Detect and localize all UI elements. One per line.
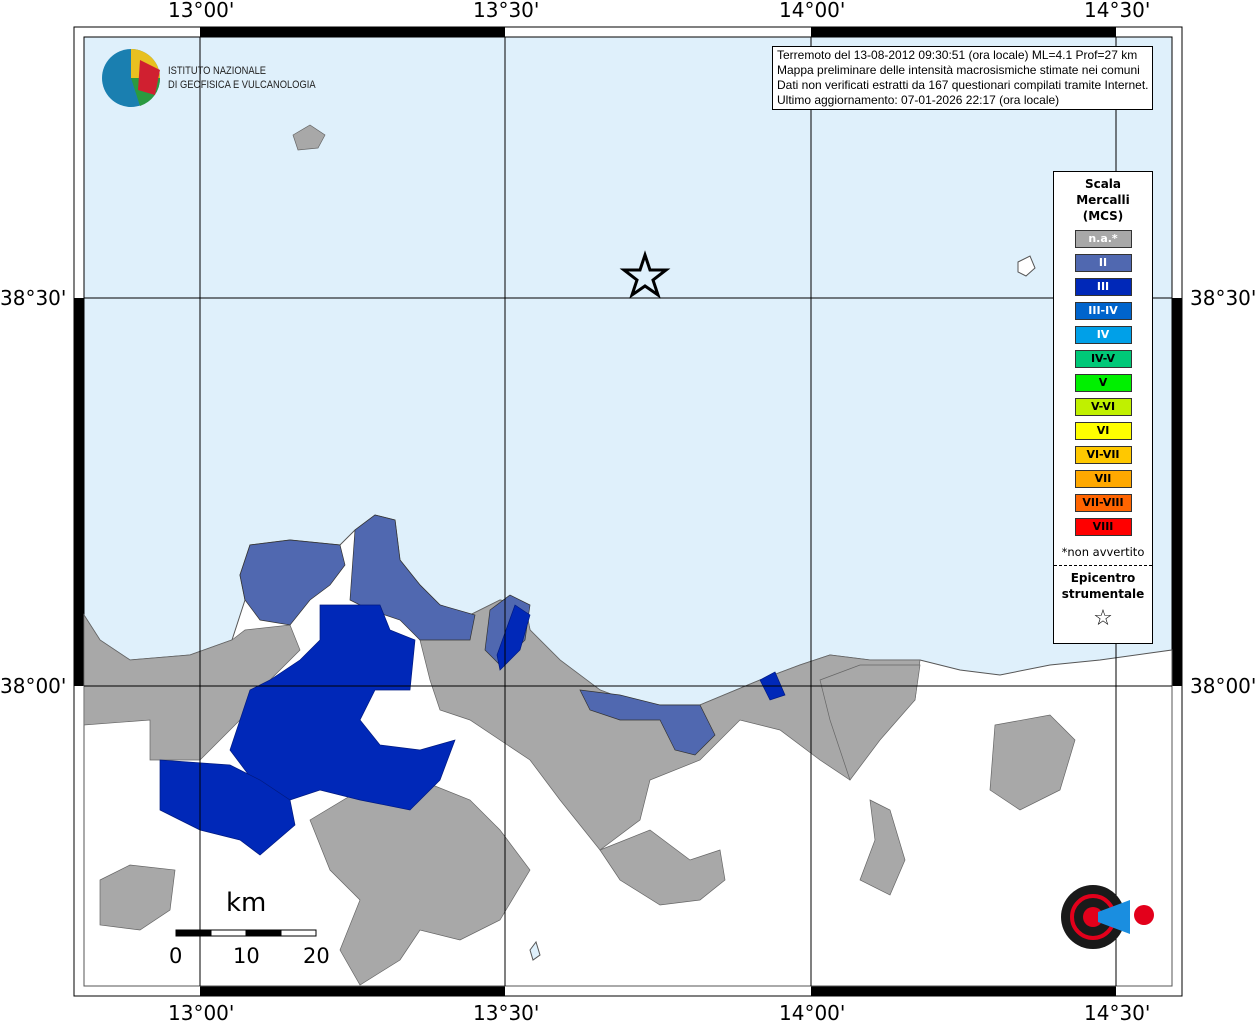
lon-tick-bottom: 14°30' bbox=[1084, 1001, 1151, 1024]
legend-swatch: VI bbox=[1074, 422, 1132, 440]
lon-tick-top: 14°00' bbox=[779, 0, 846, 22]
legend-classes: n.a.* II III III-IV IV IV-V V V-VI VI VI-VII VII VI… bbox=[1054, 230, 1152, 536]
lon-tick-bottom: 13°00' bbox=[168, 1001, 235, 1024]
lat-tick-left: 38°00' bbox=[0, 674, 67, 698]
legend-note: *non avvertito bbox=[1061, 545, 1145, 559]
legend-swatch: III bbox=[1074, 278, 1132, 296]
lat-tick-right: 38°00' bbox=[1190, 674, 1255, 698]
star-icon: ☆ bbox=[1093, 606, 1113, 631]
legend-divider bbox=[1054, 565, 1152, 566]
legend-swatch: VI-VII bbox=[1074, 446, 1132, 464]
scale-label: 20 bbox=[303, 944, 330, 968]
map-description: Mappa preliminare delle intensità macros… bbox=[777, 63, 1140, 77]
lon-tick-bottom: 13°30' bbox=[473, 1001, 540, 1024]
data-source: Dati non verificati estratti da 167 ques… bbox=[777, 78, 1149, 92]
legend-swatch: n.a.* bbox=[1074, 230, 1132, 248]
legend-swatch: IV-V bbox=[1074, 350, 1132, 368]
ingv-logo-icon bbox=[102, 49, 161, 107]
scale-bar bbox=[175, 929, 317, 937]
lon-tick-top: 14°30' bbox=[1084, 0, 1151, 22]
legend-swatch: III-IV bbox=[1074, 302, 1132, 320]
intensity-map: 13°00' 13°30' 14°00' 14°30' 13°00' 13°30… bbox=[0, 0, 1255, 1024]
lat-tick-left: 38°30' bbox=[0, 286, 67, 310]
lon-tick-top: 13°00' bbox=[168, 0, 235, 22]
epicentre-label: Epicentro strumentale bbox=[1061, 571, 1145, 601]
legend-swatch: IV bbox=[1074, 326, 1132, 344]
legend-swatch: V bbox=[1074, 374, 1132, 392]
lat-tick-right: 38°30' bbox=[1190, 286, 1255, 310]
legend-swatch: VIII bbox=[1074, 518, 1132, 536]
lon-tick-top: 13°30' bbox=[473, 0, 540, 22]
event-info-box: Terremoto del 13-08-2012 09:30:51 (ora l… bbox=[772, 46, 1153, 110]
legend-swatch: V-VI bbox=[1074, 398, 1132, 416]
legend-swatch: II bbox=[1074, 254, 1132, 272]
scale-unit: km bbox=[226, 888, 267, 918]
mercalli-legend: Scala Mercalli (MCS) n.a.* II III III-IV IV I… bbox=[1053, 171, 1153, 644]
scale-label: 10 bbox=[233, 944, 260, 968]
legend-swatch: VII bbox=[1074, 470, 1132, 488]
legend-title: Scala Mercalli (MCS) bbox=[1076, 177, 1130, 223]
lon-tick-bottom: 14°00' bbox=[779, 1001, 846, 1024]
last-update: Ultimo aggiornamento: 07-01-2026 22:17 (… bbox=[777, 93, 1060, 107]
legend-swatch: VII-VIII bbox=[1074, 494, 1132, 512]
event-line: Terremoto del 13-08-2012 09:30:51 (ora l… bbox=[777, 48, 1138, 62]
institute-name: ISTITUTO NAZIONALE DI GEOFISICA E VULCAN… bbox=[168, 65, 316, 91]
scale-label: 0 bbox=[169, 944, 183, 968]
